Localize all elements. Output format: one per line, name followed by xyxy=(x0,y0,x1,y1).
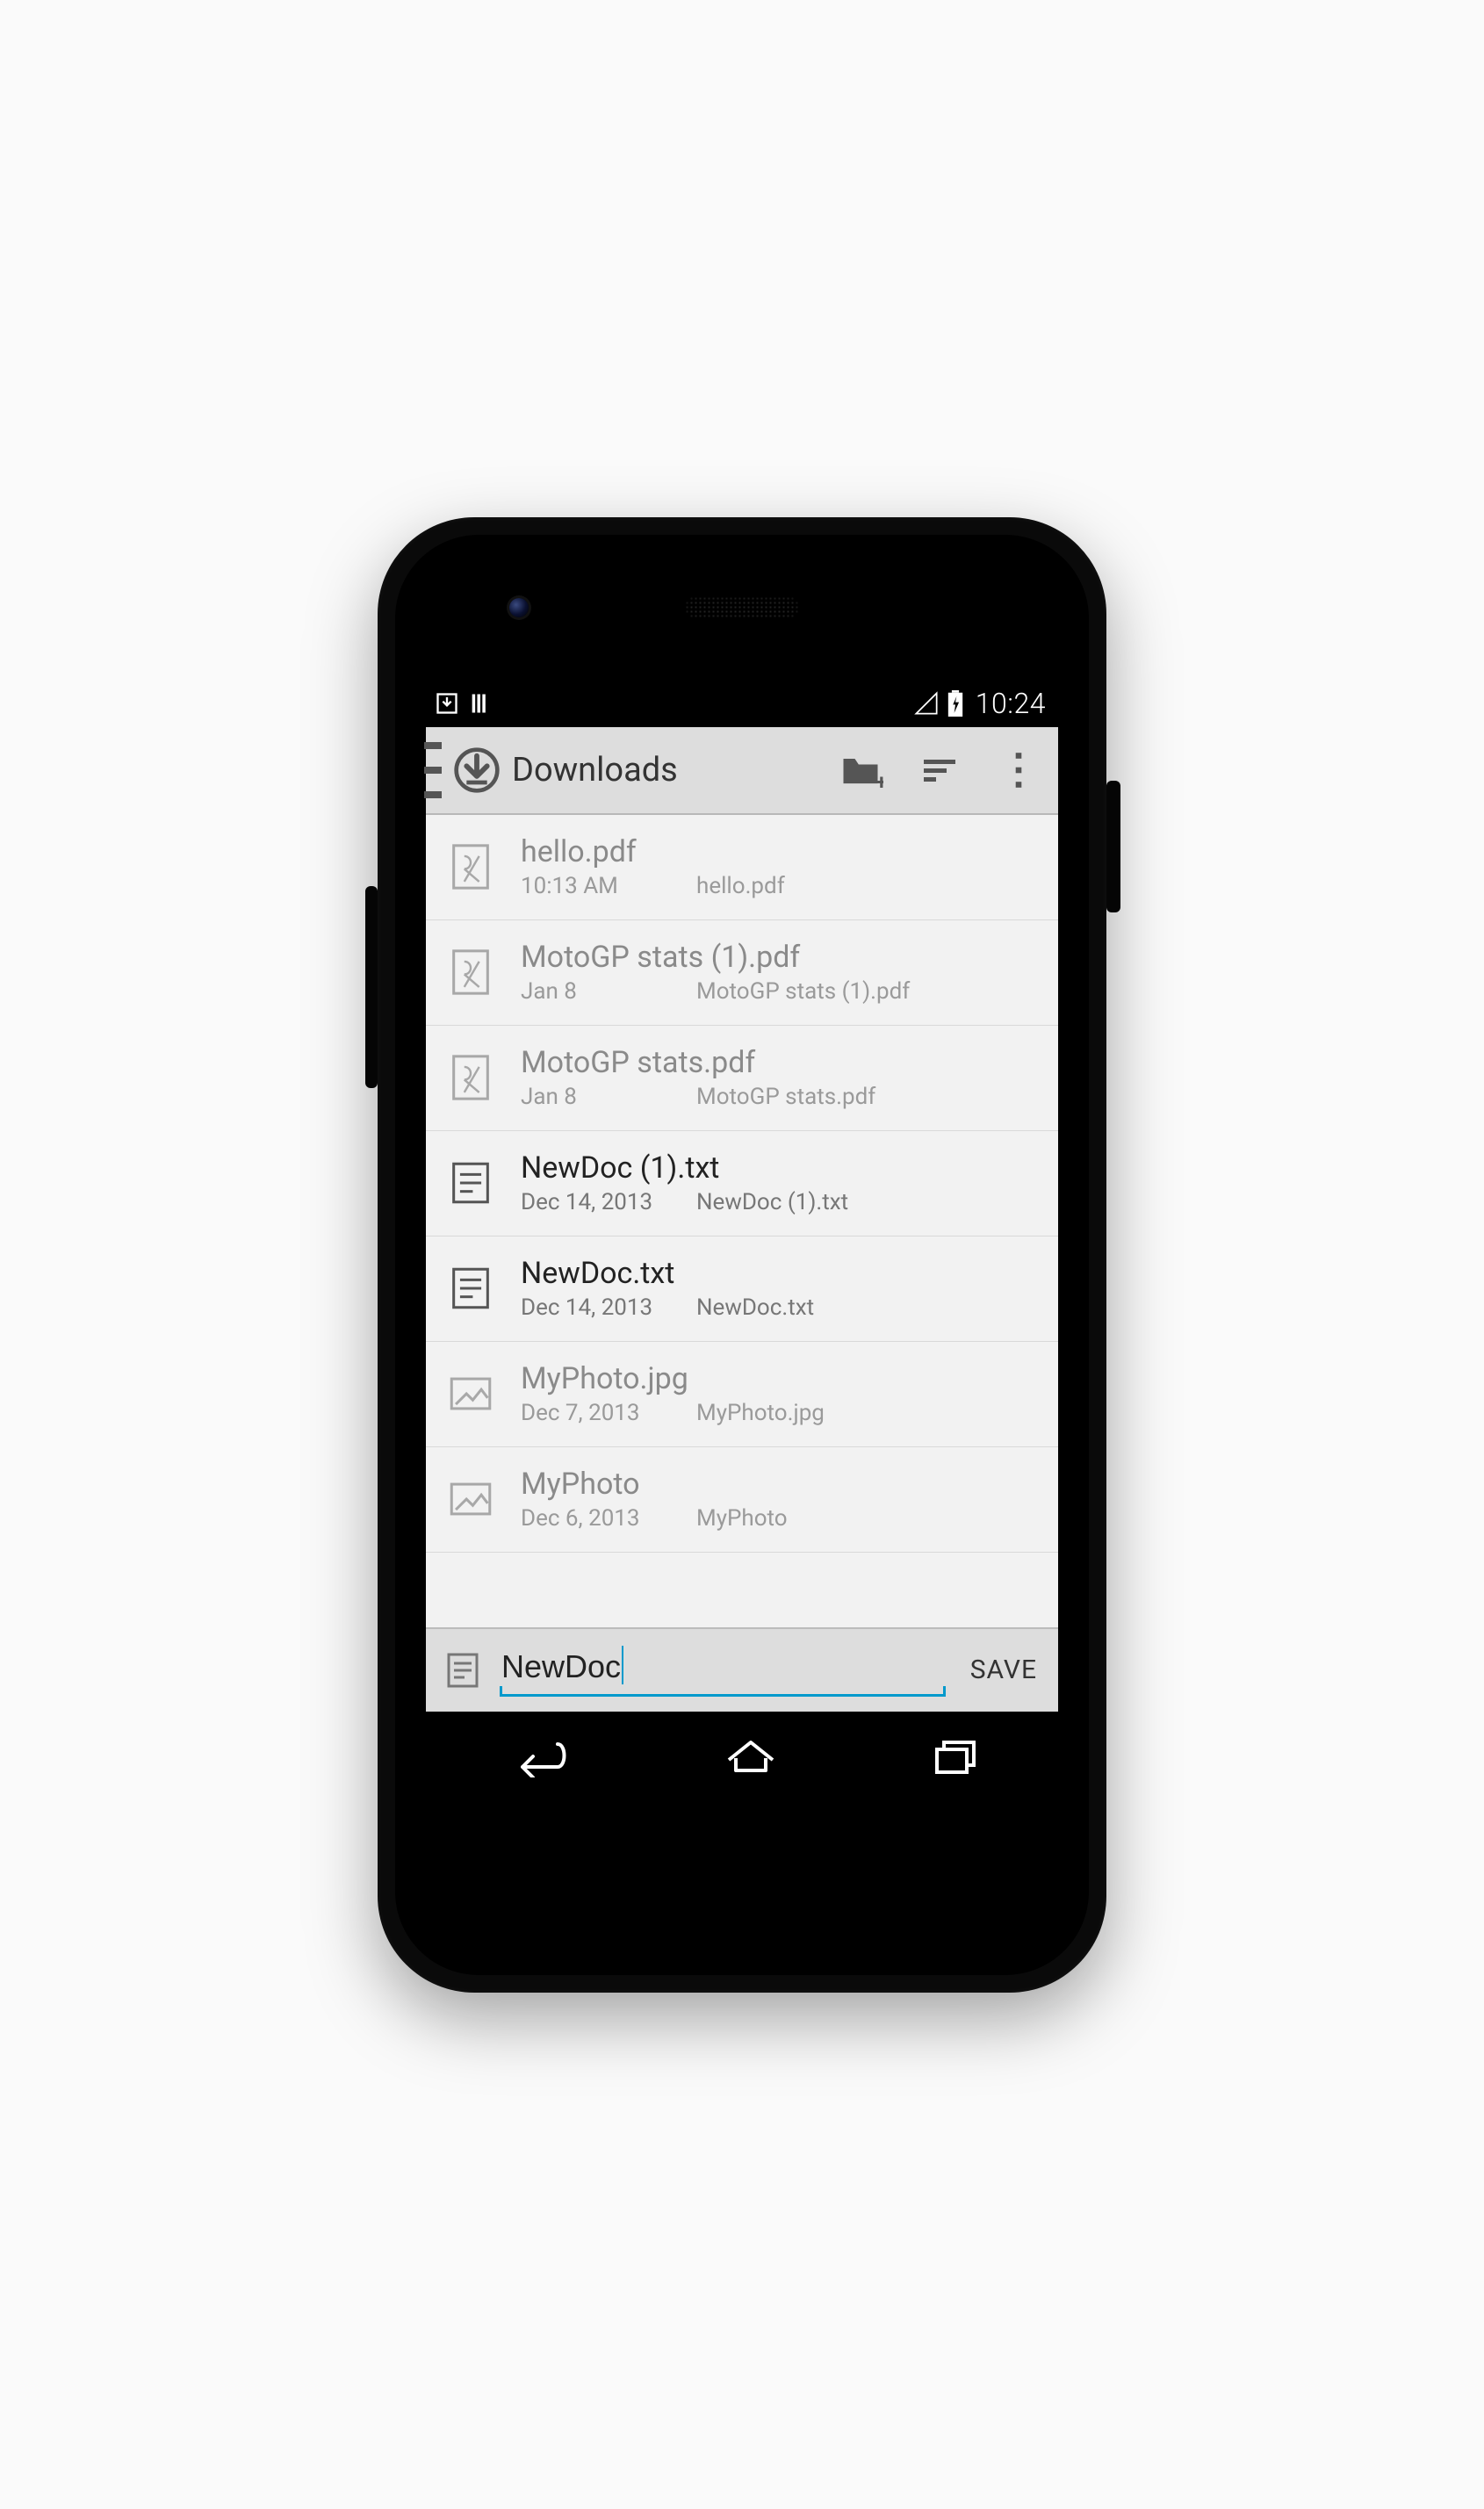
file-filename: MyPhoto.jpg xyxy=(696,1400,825,1426)
file-date: Dec 14, 2013 xyxy=(521,1189,696,1215)
file-filename: MyPhoto xyxy=(696,1505,788,1532)
text-file-icon xyxy=(442,1649,484,1691)
power-button xyxy=(1106,781,1120,912)
download-notification-icon xyxy=(435,691,459,716)
file-name: MotoGP stats (1).pdf xyxy=(521,940,1042,975)
sort-button[interactable] xyxy=(900,726,979,814)
svg-text:+: + xyxy=(875,769,883,792)
txt-file-icon xyxy=(445,1263,496,1314)
recent-apps-button[interactable] xyxy=(925,1734,986,1777)
file-row[interactable]: MyPhotoDec 6, 2013MyPhoto xyxy=(426,1447,1058,1553)
signal-icon xyxy=(914,691,939,716)
file-name: MotoGP stats.pdf xyxy=(521,1045,1042,1080)
filename-input[interactable] xyxy=(500,1643,946,1697)
file-date: Dec 6, 2013 xyxy=(521,1505,696,1532)
home-button[interactable] xyxy=(720,1734,782,1777)
battery-charging-icon xyxy=(947,690,963,717)
file-name: hello.pdf xyxy=(521,834,1042,869)
overflow-menu-button[interactable] xyxy=(979,726,1058,814)
save-bar: SAVE xyxy=(426,1627,1058,1712)
volume-rocker xyxy=(365,886,378,1088)
file-row[interactable]: MotoGP stats (1).pdfJan 8MotoGP stats (1… xyxy=(426,920,1058,1026)
file-filename: MotoGP stats.pdf xyxy=(696,1084,875,1110)
pdf-file-icon xyxy=(445,1052,496,1103)
earpiece-speaker xyxy=(685,596,799,619)
file-filename: hello.pdf xyxy=(696,873,785,899)
action-bar: Downloads + xyxy=(426,727,1058,815)
phone-frame: 10:24 Downloads + xyxy=(378,517,1106,1993)
pdf-file-icon xyxy=(445,841,496,892)
drawer-indicator-icon[interactable] xyxy=(424,742,442,798)
front-camera xyxy=(509,598,529,617)
downloads-app-icon xyxy=(449,742,505,798)
screen: 10:24 Downloads + xyxy=(426,680,1058,1799)
file-row[interactable]: MyPhoto.jpgDec 7, 2013MyPhoto.jpg xyxy=(426,1342,1058,1447)
file-name: MyPhoto xyxy=(521,1467,1042,1502)
text-cursor xyxy=(622,1646,623,1684)
new-folder-button[interactable]: + xyxy=(821,726,900,814)
filename-input-wrap xyxy=(500,1643,946,1697)
image-file-icon xyxy=(445,1474,496,1525)
image-file-icon xyxy=(445,1368,496,1419)
file-row[interactable]: hello.pdf10:13 AMhello.pdf xyxy=(426,815,1058,920)
file-date: Dec 14, 2013 xyxy=(521,1294,696,1321)
file-filename: NewDoc (1).txt xyxy=(696,1189,848,1215)
save-button[interactable]: SAVE xyxy=(962,1639,1046,1701)
pdf-file-icon xyxy=(445,947,496,998)
file-list[interactable]: hello.pdf10:13 AMhello.pdfMotoGP stats (… xyxy=(426,815,1058,1627)
screen-title: Downloads xyxy=(512,751,678,789)
notification-icon xyxy=(468,691,493,716)
navigation-bar xyxy=(426,1712,1058,1799)
file-date: Jan 8 xyxy=(521,1084,696,1110)
file-date: Jan 8 xyxy=(521,978,696,1005)
file-row[interactable]: NewDoc (1).txtDec 14, 2013NewDoc (1).txt xyxy=(426,1131,1058,1236)
file-date: Dec 7, 2013 xyxy=(521,1400,696,1426)
file-name: MyPhoto.jpg xyxy=(521,1361,1042,1396)
file-row[interactable]: MotoGP stats.pdfJan 8MotoGP stats.pdf xyxy=(426,1026,1058,1131)
file-name: NewDoc (1).txt xyxy=(521,1150,1042,1186)
status-bar: 10:24 xyxy=(426,680,1058,727)
file-date: 10:13 AM xyxy=(521,873,696,899)
file-name: NewDoc.txt xyxy=(521,1256,1042,1291)
txt-file-icon xyxy=(445,1157,496,1208)
status-clock: 10:24 xyxy=(976,687,1046,720)
file-filename: MotoGP stats (1).pdf xyxy=(696,978,910,1005)
file-row[interactable]: NewDoc.txtDec 14, 2013NewDoc.txt xyxy=(426,1236,1058,1342)
file-filename: NewDoc.txt xyxy=(696,1294,814,1321)
back-button[interactable] xyxy=(498,1734,577,1777)
